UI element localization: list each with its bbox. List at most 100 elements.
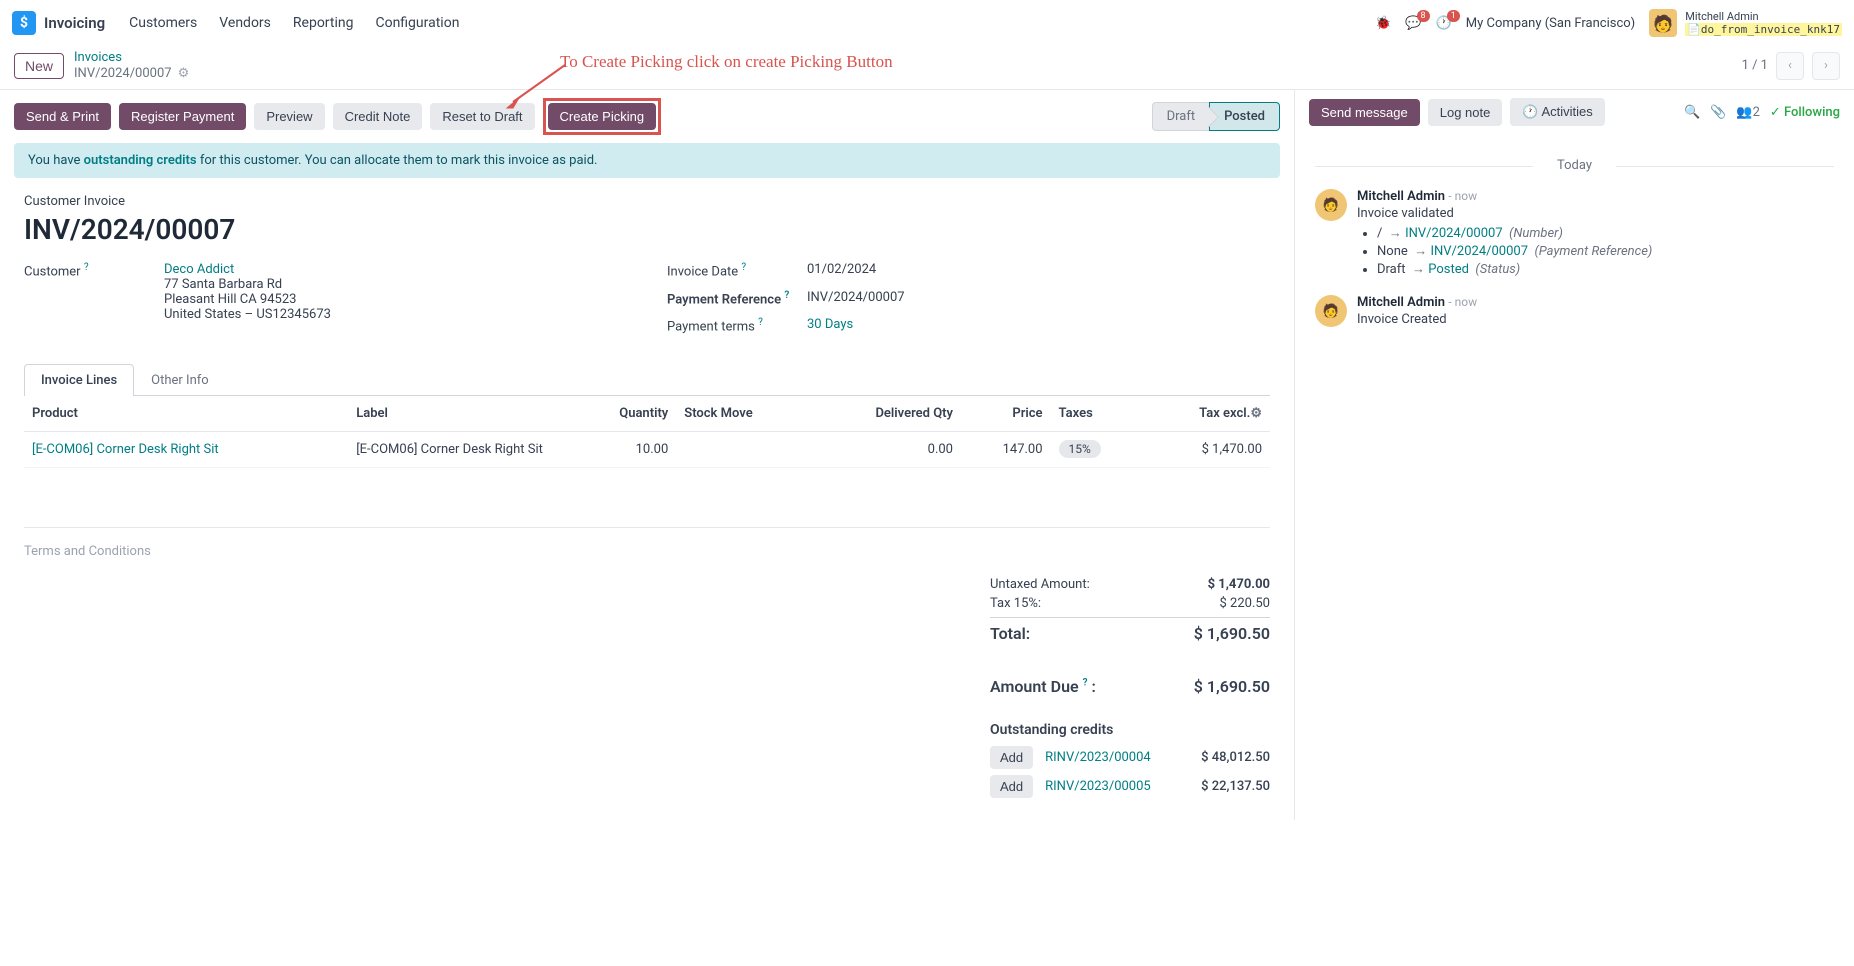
line-tax-pill[interactable]: 15% bbox=[1059, 440, 1101, 458]
invoice-lines-table: Product Label Quantity Stock Move Delive… bbox=[24, 396, 1270, 528]
attachment-icon[interactable]: 📎 bbox=[1710, 105, 1726, 120]
nav-reporting[interactable]: Reporting bbox=[293, 15, 354, 31]
help-icon[interactable]: ? bbox=[758, 317, 763, 328]
nav-vendors[interactable]: Vendors bbox=[219, 15, 271, 31]
help-icon[interactable]: ? bbox=[84, 262, 89, 273]
line-price[interactable]: 147.00 bbox=[961, 432, 1051, 468]
breadcrumb-root[interactable]: Invoices bbox=[74, 50, 189, 66]
avatar: 🧑 bbox=[1315, 295, 1347, 327]
line-delivered-qty[interactable]: 0.00 bbox=[811, 432, 961, 468]
tab-invoice-lines[interactable]: Invoice Lines bbox=[24, 364, 134, 396]
messages-icon[interactable]: 💬8 bbox=[1405, 16, 1421, 31]
track-link[interactable]: INV/2024/00007 bbox=[1405, 226, 1503, 241]
col-price[interactable]: Price bbox=[961, 396, 1051, 432]
gear-icon[interactable]: ⚙ bbox=[178, 66, 190, 82]
help-icon[interactable]: ? bbox=[741, 262, 746, 273]
activities-button[interactable]: 🕐 Activities bbox=[1510, 98, 1604, 126]
msg-text: Invoice Created bbox=[1357, 312, 1834, 327]
totals: Untaxed Amount:$ 1,470.00 Tax 15%:$ 220.… bbox=[990, 575, 1270, 698]
line-label[interactable]: [E-COM06] Corner Desk Right Sit bbox=[348, 432, 572, 468]
add-credit-button[interactable]: Add bbox=[990, 746, 1033, 769]
chatter-panel: Send message Log note 🕐 Activities 🔍 📎 👥… bbox=[1294, 90, 1854, 820]
send-message-button[interactable]: Send message bbox=[1309, 99, 1420, 126]
optional-cols-icon[interactable]: ⚙ bbox=[1250, 406, 1262, 421]
col-quantity[interactable]: Quantity bbox=[572, 396, 676, 432]
send-print-button[interactable]: Send & Print bbox=[14, 103, 111, 130]
table-row[interactable]: [E-COM06] Corner Desk Right Sit [E-COM06… bbox=[24, 432, 1270, 468]
payment-terms-value[interactable]: 30 Days bbox=[807, 317, 853, 332]
track-link[interactable]: INV/2024/00007 bbox=[1430, 244, 1528, 259]
top-nav: $ Invoicing Customers Vendors Reporting … bbox=[0, 0, 1854, 46]
track-link[interactable]: Posted bbox=[1428, 262, 1469, 277]
msg-time: - now bbox=[1448, 295, 1477, 309]
app-title[interactable]: Invoicing bbox=[44, 14, 105, 32]
customer-link[interactable]: Deco Addict bbox=[164, 262, 234, 277]
nav-customers[interactable]: Customers bbox=[129, 15, 197, 31]
credit-ref-link[interactable]: RINV/2023/00005 bbox=[1045, 779, 1189, 794]
col-product[interactable]: Product bbox=[24, 396, 348, 432]
invoice-date-value[interactable]: 01/02/2024 bbox=[807, 262, 1270, 277]
col-delivered-qty[interactable]: Delivered Qty bbox=[811, 396, 961, 432]
avatar: 🧑 bbox=[1315, 189, 1347, 221]
tab-other-info[interactable]: Other Info bbox=[134, 364, 226, 396]
control-bar: New Invoices INV/2024/00007 ⚙ 1 / 1 ‹ › bbox=[0, 46, 1854, 89]
due-value: $ 1,690.50 bbox=[1194, 677, 1270, 696]
register-payment-button[interactable]: Register Payment bbox=[119, 103, 246, 130]
outstanding-credits-link[interactable]: outstanding credits bbox=[84, 153, 197, 168]
pager-next[interactable]: › bbox=[1812, 52, 1840, 80]
col-taxes[interactable]: Taxes bbox=[1051, 396, 1144, 432]
line-product-link[interactable]: [E-COM06] Corner Desk Right Sit bbox=[32, 442, 219, 457]
stage-draft[interactable]: Draft bbox=[1152, 102, 1210, 131]
help-icon[interactable]: ? bbox=[784, 290, 789, 301]
outstanding-section: Outstanding credits Add RINV/2023/00004 … bbox=[990, 722, 1270, 798]
chatter-date-sep: Today bbox=[1315, 158, 1834, 173]
total-value: $ 1,690.50 bbox=[1194, 624, 1270, 643]
company-selector[interactable]: My Company (San Francisco) bbox=[1466, 16, 1635, 31]
add-credit-button[interactable]: Add bbox=[990, 775, 1033, 798]
app-icon[interactable]: $ bbox=[12, 11, 36, 35]
credit-amount: $ 22,137.50 bbox=[1201, 779, 1270, 794]
help-icon[interactable]: ? bbox=[1083, 678, 1088, 689]
col-stock-move[interactable]: Stock Move bbox=[676, 396, 811, 432]
line-stock-move[interactable] bbox=[676, 432, 811, 468]
credit-ref-link[interactable]: RINV/2023/00004 bbox=[1045, 750, 1189, 765]
bug-icon[interactable]: 🐞 bbox=[1375, 16, 1391, 31]
line-quantity[interactable]: 10.00 bbox=[572, 432, 676, 468]
chatter-message: 🧑 Mitchell Admin - now Invoice validated… bbox=[1315, 189, 1834, 279]
new-button[interactable]: New bbox=[14, 53, 64, 79]
breadcrumb: Invoices INV/2024/00007 ⚙ bbox=[74, 50, 189, 81]
preview-button[interactable]: Preview bbox=[254, 103, 324, 130]
msg-author[interactable]: Mitchell Admin bbox=[1357, 295, 1445, 310]
user-database: 📄do_from_invoice_knk17 bbox=[1685, 23, 1842, 36]
user-name: Mitchell Admin bbox=[1685, 10, 1842, 23]
search-icon[interactable]: 🔍 bbox=[1684, 105, 1700, 120]
user-avatar: 🧑 bbox=[1649, 9, 1677, 37]
customer-addr1: 77 Santa Barbara Rd bbox=[164, 277, 282, 292]
terms-placeholder[interactable]: Terms and Conditions bbox=[24, 544, 1270, 559]
followers-count[interactable]: 👥2 bbox=[1736, 105, 1760, 120]
annotation-arrow-icon bbox=[505, 60, 575, 110]
pager-prev[interactable]: ‹ bbox=[1776, 52, 1804, 80]
payment-ref-label: Payment Reference bbox=[667, 292, 781, 307]
msg-time: - now bbox=[1448, 189, 1477, 203]
status-bar: Send & Print Register Payment Preview Cr… bbox=[0, 90, 1294, 143]
invoice-title: INV/2024/00007 bbox=[24, 213, 1270, 246]
col-label[interactable]: Label bbox=[348, 396, 572, 432]
annotation-text: To Create Picking click on create Pickin… bbox=[560, 52, 893, 72]
activities-icon[interactable]: 🕐1 bbox=[1436, 16, 1452, 31]
user-menu[interactable]: 🧑 Mitchell Admin 📄do_from_invoice_knk17 bbox=[1649, 9, 1842, 37]
msg-author[interactable]: Mitchell Admin bbox=[1357, 189, 1445, 204]
payment-ref-value[interactable]: INV/2024/00007 bbox=[807, 290, 1270, 305]
customer-addr3: United States – US12345673 bbox=[164, 307, 331, 322]
following-button[interactable]: ✓ Following bbox=[1770, 105, 1840, 120]
line-tax-excl: $ 1,470.00 bbox=[1144, 432, 1270, 468]
outstanding-title: Outstanding credits bbox=[990, 722, 1270, 738]
tax-label: Tax 15%: bbox=[990, 596, 1041, 611]
outstanding-alert: You have outstanding credits for this cu… bbox=[14, 143, 1280, 178]
credit-amount: $ 48,012.50 bbox=[1201, 750, 1270, 765]
invoice-date-label: Invoice Date bbox=[667, 265, 738, 280]
payment-terms-label: Payment terms bbox=[667, 319, 755, 334]
log-note-button[interactable]: Log note bbox=[1428, 99, 1503, 126]
credit-note-button[interactable]: Credit Note bbox=[333, 103, 423, 130]
nav-configuration[interactable]: Configuration bbox=[375, 15, 459, 31]
